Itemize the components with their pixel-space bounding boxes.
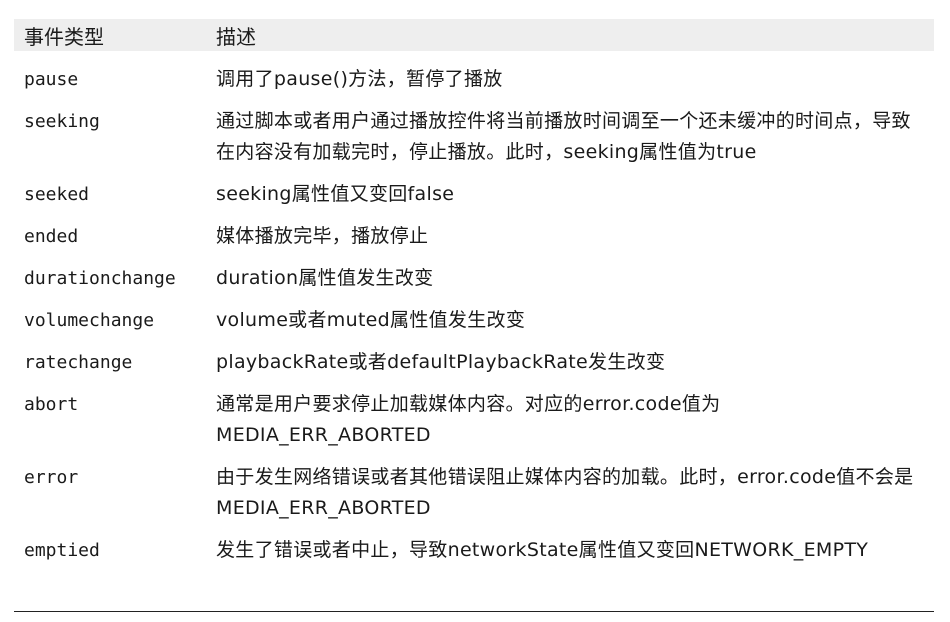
media-events-table: 事件类型 描述 pause 调用了pause()方法，暂停了播放 seeking…: [14, 19, 934, 570]
event-name-cell: seeking: [24, 111, 100, 132]
event-name-cell: emptied: [24, 540, 100, 561]
table-row: seeked seeking属性值又变回false: [14, 174, 934, 216]
event-description-cell: volume或者muted属性值发生改变: [216, 309, 526, 331]
table-row: ended 媒体播放完毕，播放停止: [14, 216, 934, 258]
column-header-description: 描述: [206, 19, 934, 51]
table-row: seeking 通过脚本或者用户通过播放控件将当前播放时间调至一个还未缓冲的时间…: [14, 101, 934, 174]
table-header-row: 事件类型 描述: [14, 19, 934, 51]
table-row: pause 调用了pause()方法，暂停了播放: [14, 51, 934, 101]
table-row: abort 通常是用户要求停止加载媒体内容。对应的error.code值为MED…: [14, 384, 934, 457]
event-description-cell: 发生了错误或者中止，导致networkState属性值又变回NETWORK_EM…: [216, 539, 869, 561]
event-name-cell: ratechange: [24, 352, 133, 373]
event-description-cell: 媒体播放完毕，播放停止: [216, 225, 429, 247]
table-row: ratechange playbackRate或者defaultPlayback…: [14, 342, 934, 384]
column-header-event-type: 事件类型: [14, 19, 206, 51]
table-row: emptied 发生了错误或者中止，导致networkState属性值又变回NE…: [14, 530, 934, 571]
event-description-cell: 通常是用户要求停止加载媒体内容。对应的error.code值为MEDIA_ERR…: [216, 393, 721, 446]
event-description-cell: seeking属性值又变回false: [216, 183, 455, 205]
table-row: error 由于发生网络错误或者其他错误阻止媒体内容的加载。此时，error.c…: [14, 457, 934, 530]
event-name-cell: volumechange: [24, 310, 155, 331]
event-name-cell: pause: [24, 69, 79, 90]
event-name-cell: abort: [24, 394, 79, 415]
event-description-cell: 调用了pause()方法，暂停了播放: [216, 68, 503, 90]
table-row: durationchange duration属性值发生改变: [14, 258, 934, 300]
event-name-cell: error: [24, 467, 79, 488]
event-name-cell: seeked: [24, 184, 90, 205]
table-row: volumechange volume或者muted属性值发生改变: [14, 300, 934, 342]
event-description-cell: playbackRate或者defaultPlaybackRate发生改变: [216, 351, 666, 373]
event-description-cell: duration属性值发生改变: [216, 267, 434, 289]
table-bottom-rule: [14, 611, 934, 612]
event-description-cell: 通过脚本或者用户通过播放控件将当前播放时间调至一个还未缓冲的时间点，导致在内容没…: [216, 110, 911, 163]
event-name-cell: ended: [24, 226, 79, 247]
event-description-cell: 由于发生网络错误或者其他错误阻止媒体内容的加载。此时，error.code值不会…: [216, 466, 914, 519]
event-name-cell: durationchange: [24, 268, 176, 289]
